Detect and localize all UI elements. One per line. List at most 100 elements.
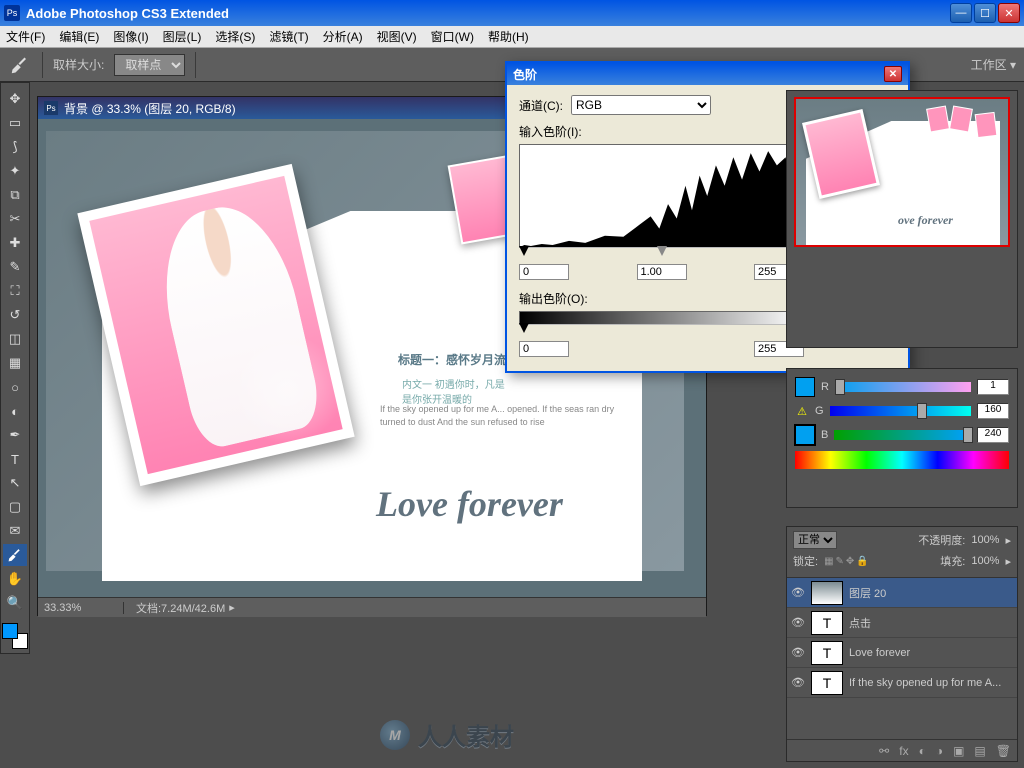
layer-name[interactable]: Love forever xyxy=(849,647,1013,659)
lock-all-icon[interactable]: 🔒 xyxy=(856,556,868,567)
layer-mask-icon[interactable]: ◐ xyxy=(919,744,926,758)
menu-image[interactable]: 图像(I) xyxy=(113,28,148,45)
dialog-titlebar[interactable]: 色阶 ✕ xyxy=(507,63,908,85)
layer-name[interactable]: 点击 xyxy=(849,615,1013,631)
input-slider[interactable] xyxy=(519,246,804,260)
marquee-tool[interactable]: ▭ xyxy=(3,112,27,134)
menu-help[interactable]: 帮助(H) xyxy=(488,28,529,45)
layer-row[interactable]: 👁 图层 20 xyxy=(787,578,1017,608)
shape-tool[interactable]: ▢ xyxy=(3,496,27,518)
menu-edit[interactable]: 编辑(E) xyxy=(59,28,99,45)
wand-tool[interactable]: ✦ xyxy=(3,160,27,182)
output-black-field[interactable] xyxy=(519,341,569,357)
zoom-level[interactable]: 33.33% xyxy=(44,602,124,614)
visibility-icon[interactable]: 👁 xyxy=(791,586,805,599)
layer-row[interactable]: 👁 T If the sky opened up for me A... xyxy=(787,668,1017,698)
g-label: G xyxy=(815,405,824,417)
app-title: Adobe Photoshop CS3 Extended xyxy=(26,6,950,21)
crop-tool[interactable]: ⧉ xyxy=(3,184,27,206)
layer-name[interactable]: 图层 20 xyxy=(849,585,1013,601)
menu-filter[interactable]: 滤镜(T) xyxy=(269,28,308,45)
foreground-color[interactable] xyxy=(2,623,18,639)
eyedropper-tool[interactable] xyxy=(3,544,27,566)
visibility-icon[interactable]: 👁 xyxy=(791,616,805,629)
stamp-tool[interactable]: ⛶ xyxy=(3,280,27,302)
menu-analysis[interactable]: 分析(A) xyxy=(323,28,363,45)
r-slider[interactable] xyxy=(835,382,971,392)
layer-row[interactable]: 👁 T 点击 xyxy=(787,608,1017,638)
layer-thumbnail[interactable] xyxy=(811,581,843,605)
output-black-slider[interactable] xyxy=(519,323,529,333)
color-spectrum[interactable] xyxy=(795,451,1009,469)
b-value[interactable]: 240 xyxy=(977,427,1009,443)
layer-name[interactable]: If the sky opened up for me A... xyxy=(849,677,1013,689)
link-layers-icon[interactable]: ⚯ xyxy=(879,744,889,758)
fill-value[interactable]: 100% xyxy=(971,555,999,567)
layer-row[interactable]: 👁 T Love forever xyxy=(787,638,1017,668)
pen-tool[interactable]: ✒ xyxy=(3,424,27,446)
g-slider[interactable] xyxy=(830,406,971,416)
b-slider[interactable] xyxy=(834,430,971,440)
g-value[interactable]: 160 xyxy=(977,403,1009,419)
sample-size-select[interactable]: 取样点 xyxy=(114,54,185,76)
output-slider[interactable] xyxy=(519,323,804,337)
blur-tool[interactable]: ○ xyxy=(3,376,27,398)
lock-transparency-icon[interactable]: ▦ xyxy=(824,556,833,567)
visibility-icon[interactable]: 👁 xyxy=(791,646,805,659)
lock-paint-icon[interactable]: ✎ xyxy=(836,556,844,567)
notes-tool[interactable]: ✉ xyxy=(3,520,27,542)
maximize-button[interactable]: ☐ xyxy=(974,3,996,23)
popup-arrow-icon[interactable]: ▸ xyxy=(229,601,235,614)
move-tool[interactable]: ✥ xyxy=(3,88,27,110)
black-point-slider[interactable] xyxy=(519,246,529,256)
minimize-button[interactable]: — xyxy=(950,3,972,23)
input-gamma-field[interactable] xyxy=(637,264,687,280)
group-icon[interactable]: ▣ xyxy=(953,744,964,758)
opacity-arrow-icon[interactable]: ▸ xyxy=(1005,534,1011,547)
layer-style-icon[interactable]: fx xyxy=(899,744,908,758)
delete-layer-icon[interactable]: 🗑 xyxy=(996,744,1011,758)
history-brush-tool[interactable]: ↺ xyxy=(3,304,27,326)
zoom-tool[interactable]: 🔍 xyxy=(3,592,27,614)
dialog-close-button[interactable]: ✕ xyxy=(884,66,902,82)
lasso-tool[interactable]: ⟆ xyxy=(3,136,27,158)
blend-mode-select[interactable]: 正常 xyxy=(793,531,837,549)
r-value[interactable]: 1 xyxy=(977,379,1009,395)
menu-window[interactable]: 窗口(W) xyxy=(431,28,474,45)
slice-tool[interactable]: ✂ xyxy=(3,208,27,230)
hand-tool[interactable]: ✋ xyxy=(3,568,27,590)
color-swatch-fg[interactable] xyxy=(795,377,815,397)
workspace-dropdown[interactable]: 工作区 ▾ xyxy=(971,56,1016,73)
brush-tool[interactable]: ✎ xyxy=(3,256,27,278)
layer-thumbnail[interactable]: T xyxy=(811,671,843,695)
watermark-logo-icon: M xyxy=(380,720,410,750)
new-layer-icon[interactable]: ▤ xyxy=(974,744,985,758)
path-tool[interactable]: ↖ xyxy=(3,472,27,494)
lock-move-icon[interactable]: ✥ xyxy=(846,556,854,567)
menu-file[interactable]: 文件(F) xyxy=(6,28,45,45)
gradient-tool[interactable]: ▦ xyxy=(3,352,27,374)
fill-arrow-icon[interactable]: ▸ xyxy=(1005,555,1011,568)
input-black-field[interactable] xyxy=(519,264,569,280)
layer-thumbnail[interactable]: T xyxy=(811,641,843,665)
color-swatch[interactable] xyxy=(2,623,28,649)
channel-select[interactable]: RGB xyxy=(571,95,711,115)
adjustment-layer-icon[interactable]: ◑ xyxy=(936,744,943,758)
navigator-thumbnail[interactable]: ove forever xyxy=(794,97,1010,247)
menu-layer[interactable]: 图层(L) xyxy=(163,28,202,45)
menu-view[interactable]: 视图(V) xyxy=(377,28,417,45)
close-button[interactable]: ✕ xyxy=(998,3,1020,23)
gamma-slider[interactable] xyxy=(657,246,667,256)
heal-tool[interactable]: ✚ xyxy=(3,232,27,254)
opacity-value[interactable]: 100% xyxy=(971,534,999,546)
layer-thumbnail[interactable]: T xyxy=(811,611,843,635)
visibility-icon[interactable]: 👁 xyxy=(791,676,805,689)
menu-select[interactable]: 选择(S) xyxy=(215,28,255,45)
dodge-tool[interactable]: ◐ xyxy=(3,400,27,422)
color-swatch-bg[interactable] xyxy=(795,425,815,445)
eraser-tool[interactable]: ◫ xyxy=(3,328,27,350)
layers-list[interactable]: 👁 图层 20 👁 T 点击 👁 T Love forever 👁 T If t… xyxy=(787,578,1017,739)
type-tool[interactable]: T xyxy=(3,448,27,470)
gamut-warning-icon[interactable]: ⚠ xyxy=(795,404,809,418)
channel-label: 通道(C): xyxy=(519,97,563,114)
